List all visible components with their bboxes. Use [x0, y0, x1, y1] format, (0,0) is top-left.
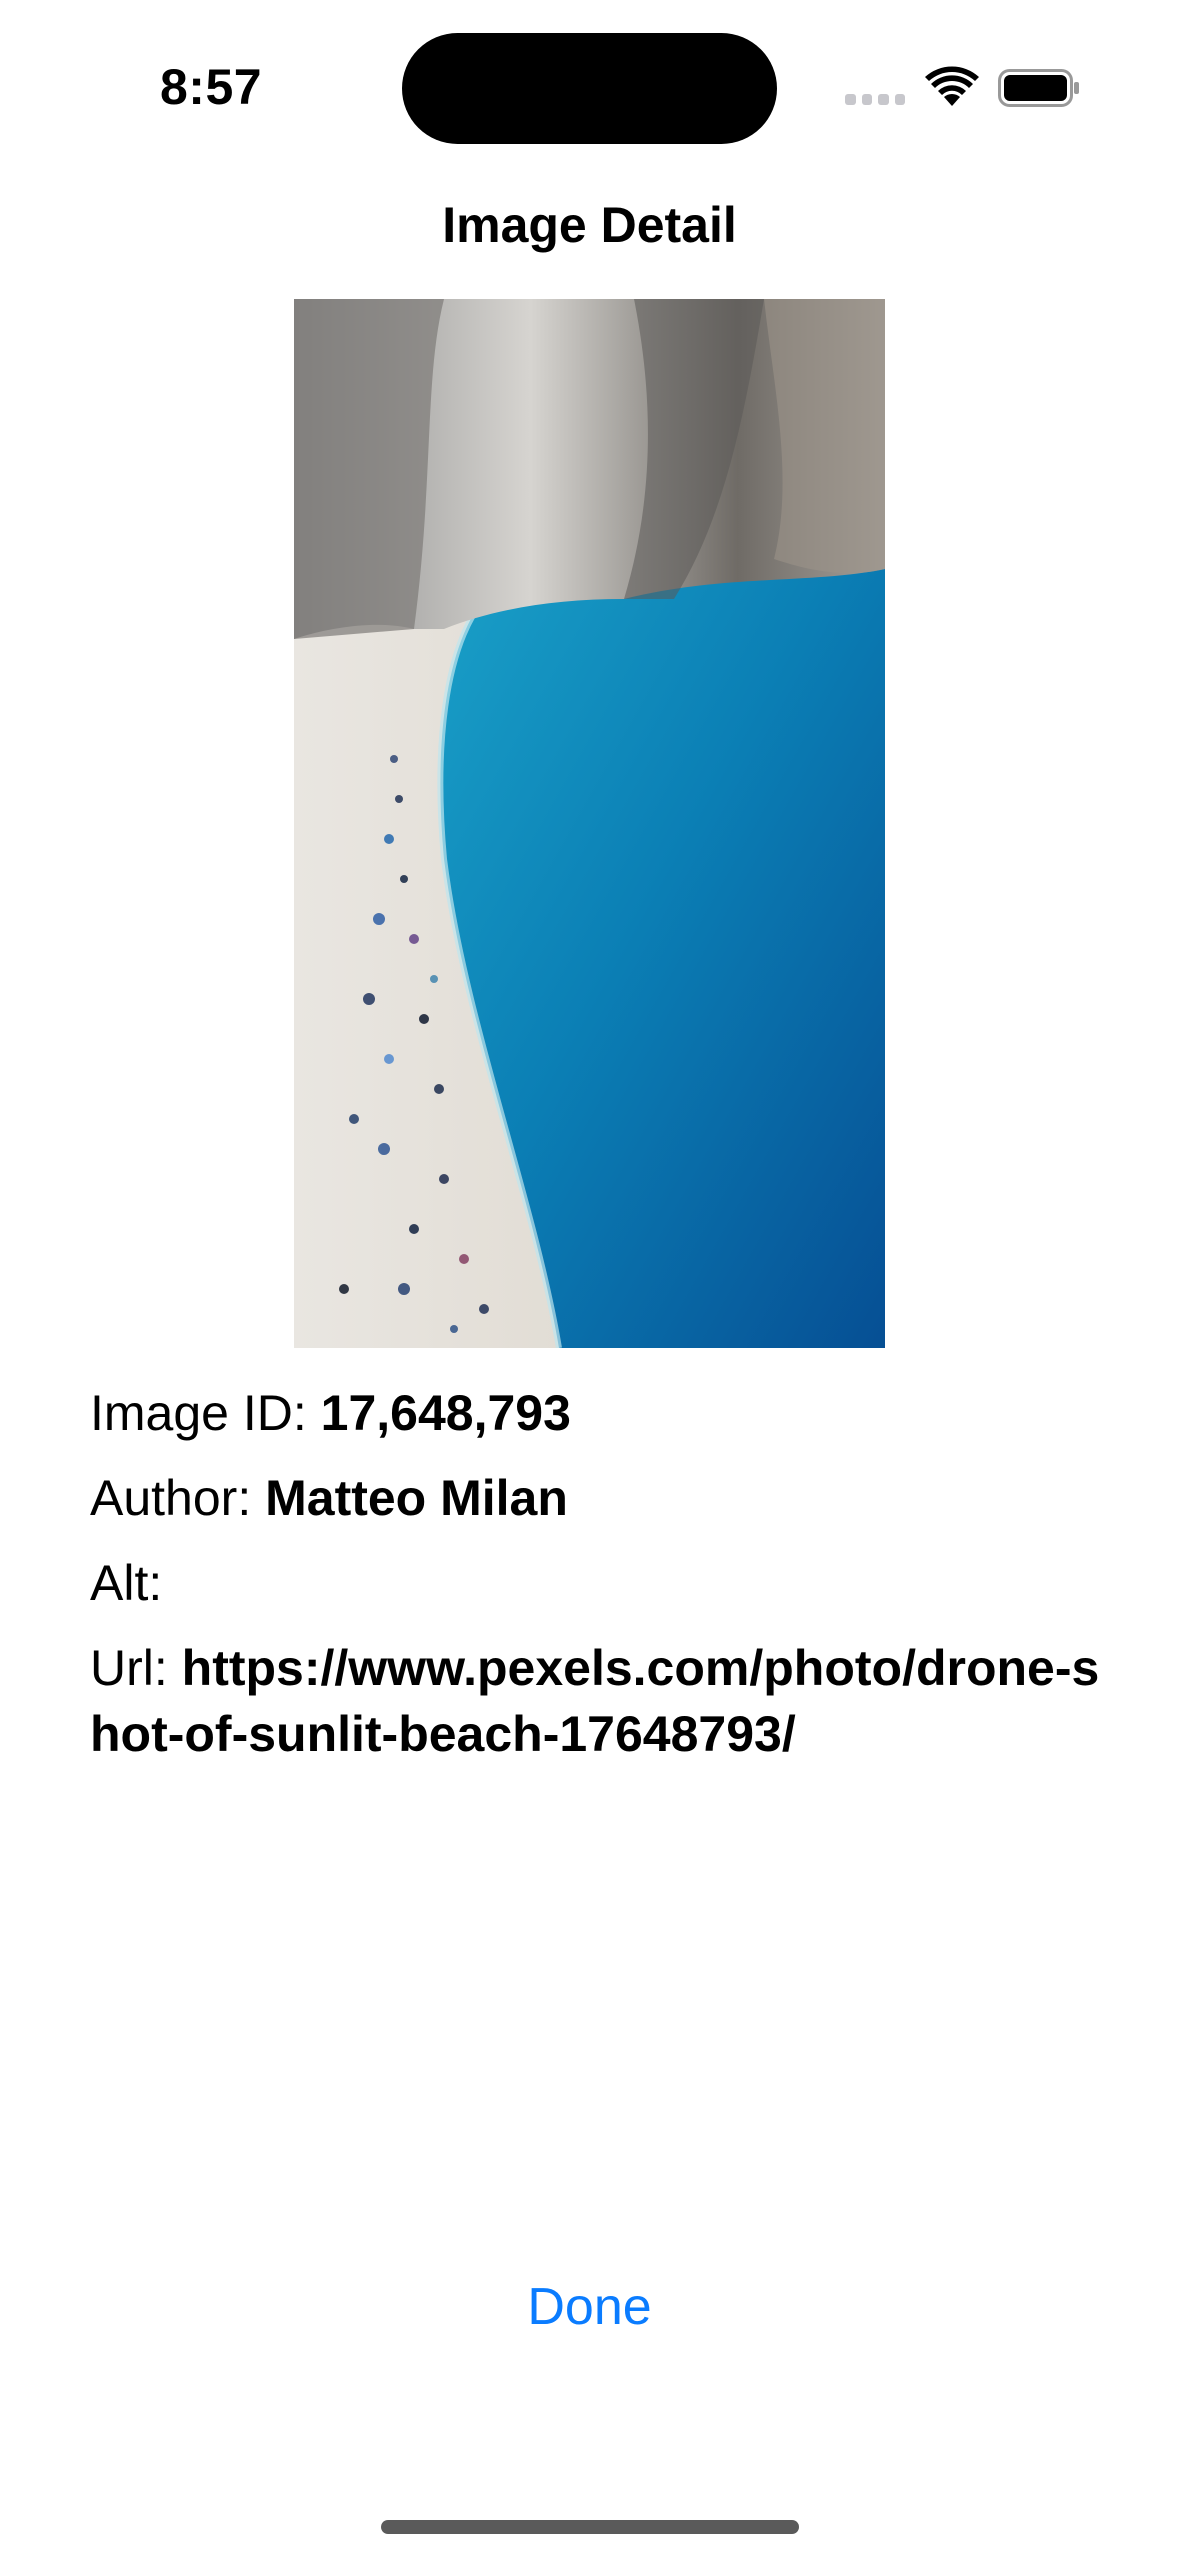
url-row: Url: https://www.pexels.com/photo/drone-…	[90, 1635, 1100, 1767]
dynamic-island	[402, 33, 777, 144]
alt-row: Alt:	[90, 1550, 1100, 1616]
page-title: Image Detail	[442, 197, 737, 253]
battery-icon	[998, 69, 1080, 107]
author-value: Matteo Milan	[265, 1470, 568, 1526]
author-label: Author:	[90, 1470, 266, 1526]
beach-photo	[294, 299, 885, 1348]
wifi-icon	[925, 66, 979, 108]
url-value: https://www.pexels.com/photo/drone-shot-…	[90, 1640, 1100, 1762]
image-id-row: Image ID: 17,648,793	[90, 1380, 1100, 1446]
image-id-label: Image ID:	[90, 1385, 321, 1441]
author-row: Author: Matteo Milan	[90, 1465, 1100, 1531]
image-id-value: 17,648,793	[320, 1385, 571, 1441]
url-label: Url:	[90, 1640, 182, 1696]
done-button[interactable]: Done	[489, 2270, 690, 2344]
cellular-signal-icon	[845, 94, 905, 108]
status-time: 8:57	[160, 59, 263, 115]
home-indicator[interactable]	[381, 2520, 799, 2534]
alt-label: Alt:	[90, 1555, 163, 1611]
image-detail-screen: 8:57 Image Detail Image ID: 17,648,793 A…	[0, 0, 1179, 2556]
